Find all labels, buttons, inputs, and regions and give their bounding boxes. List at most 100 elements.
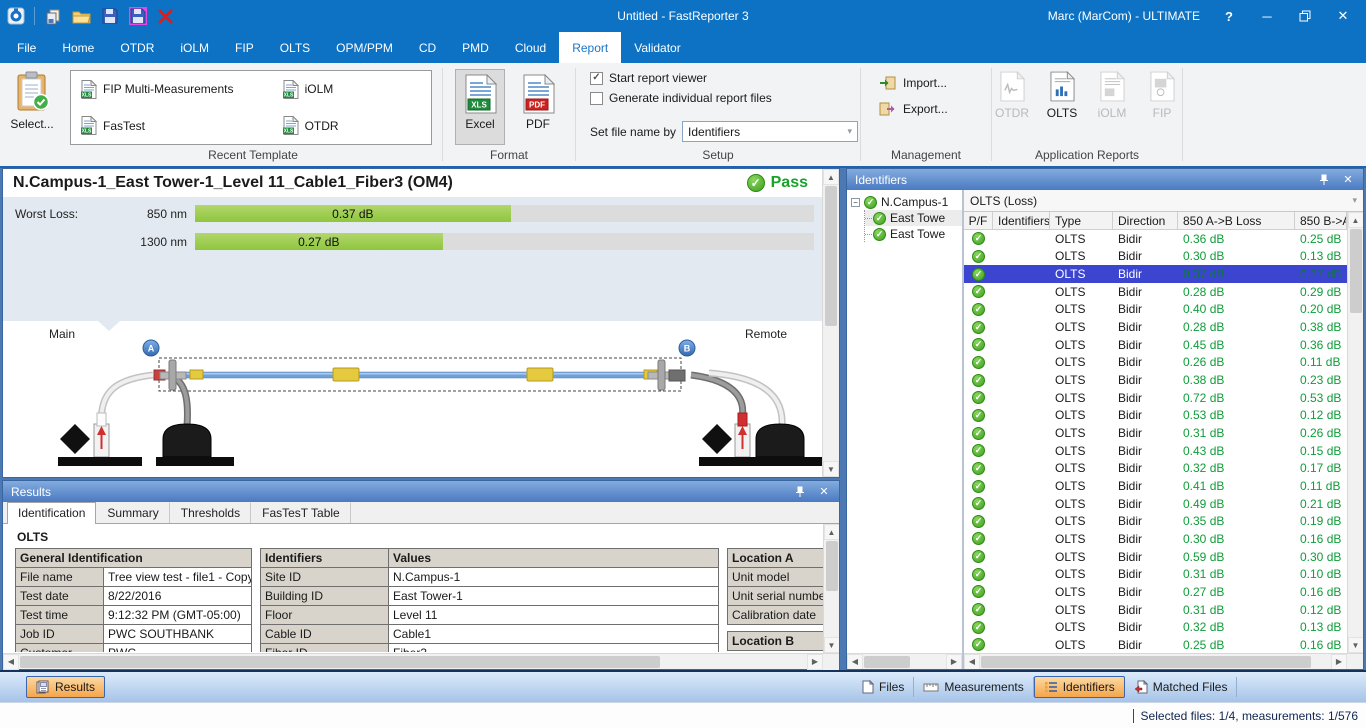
scrollbar-thumb[interactable] <box>981 656 1311 668</box>
olts-measurement-row[interactable]: ✓OLTSBidir0.30 dB0.16 dB <box>964 530 1347 548</box>
olts-measurement-row[interactable]: ✓OLTSBidir0.28 dB0.38 dB <box>964 318 1347 336</box>
summary-vertical-scrollbar[interactable]: ▲ ▼ <box>822 169 839 477</box>
olts-measurement-row[interactable]: ✓OLTSBidir0.45 dB0.36 dB <box>964 336 1347 354</box>
scroll-up-icon[interactable]: ▲ <box>824 524 840 540</box>
tab-file[interactable]: File <box>4 32 49 63</box>
file-name-dropdown[interactable]: Identifiers ▾ <box>682 121 858 142</box>
tab-thresholds[interactable]: Thresholds <box>170 502 251 523</box>
close-panel-icon[interactable]: ✕ <box>1341 173 1355 187</box>
olts-measurement-row[interactable]: ✓OLTSBidir0.43 dB0.15 dB <box>964 442 1347 460</box>
olts-measurement-row[interactable]: ✓OLTSBidir0.30 dB0.13 dB <box>964 248 1347 266</box>
measurement-type-dropdown[interactable]: OLTS (Loss) ▾ <box>964 190 1363 212</box>
olts-measurement-row[interactable]: ✓OLTSBidir0.28 dB0.29 dB <box>964 283 1347 301</box>
olts-measurement-row[interactable]: ✓OLTSBidir0.31 dB0.12 dB <box>964 601 1347 619</box>
minimize-button[interactable]: ─ <box>1258 7 1276 25</box>
olts-measurement-row[interactable]: ✓OLTSBidir0.53 dB0.12 dB <box>964 407 1347 425</box>
collapse-icon[interactable]: − <box>851 198 860 207</box>
tab-olts[interactable]: OLTS <box>267 32 323 63</box>
save-all-icon[interactable] <box>128 7 147 26</box>
column-850-ba-loss[interactable]: 850 B->A L <box>1295 212 1347 229</box>
select-template-button[interactable]: Select... <box>0 63 64 166</box>
scrollbar-thumb[interactable] <box>1350 229 1362 313</box>
tab-identification[interactable]: Identification <box>7 502 96 524</box>
olts-measurement-row[interactable]: ✓OLTSBidir0.26 dB0.11 dB <box>964 354 1347 372</box>
tab-fip[interactable]: FIP <box>222 32 267 63</box>
olts-measurement-row[interactable]: ✓OLTSBidir0.25 dB0.16 dB <box>964 636 1347 653</box>
tab-cd[interactable]: CD <box>406 32 449 63</box>
olts-measurement-row[interactable]: ✓OLTSBidir0.31 dB0.26 dB <box>964 424 1347 442</box>
scroll-down-icon[interactable]: ▼ <box>824 637 840 653</box>
scroll-down-icon[interactable]: ▼ <box>823 461 839 477</box>
column-pf[interactable]: P/F <box>964 212 993 229</box>
scroll-left-icon[interactable]: ◀ <box>3 654 19 670</box>
scrollbar-thumb[interactable] <box>864 656 910 668</box>
tab-summary[interactable]: Summary <box>96 502 169 523</box>
help-button[interactable]: ? <box>1220 7 1238 25</box>
results-horizontal-scrollbar[interactable]: ◀ ▶ <box>3 653 839 669</box>
scroll-down-icon[interactable]: ▼ <box>1348 637 1364 653</box>
olts-measurement-row[interactable]: ✓OLTSBidir0.32 dB0.17 dB <box>964 460 1347 478</box>
tab-fastest-table[interactable]: FasTesT Table <box>251 502 351 523</box>
scroll-right-icon[interactable]: ▶ <box>946 654 962 670</box>
tab-cloud[interactable]: Cloud <box>502 32 559 63</box>
scroll-up-icon[interactable]: ▲ <box>823 169 839 185</box>
tab-home[interactable]: Home <box>49 32 107 63</box>
tab-measurements[interactable]: Measurements <box>914 677 1033 697</box>
olts-measurement-row[interactable]: ✓OLTSBidir0.31 dB0.10 dB <box>964 565 1347 583</box>
column-direction[interactable]: Direction <box>1113 212 1178 229</box>
scrollbar-thumb[interactable] <box>825 186 837 326</box>
olts-measurement-row[interactable]: ✓OLTSBidir0.37 dB0.27 dB <box>964 265 1347 283</box>
olts-measurement-row[interactable]: ✓OLTSBidir0.41 dB0.11 dB <box>964 477 1347 495</box>
olts-measurement-row[interactable]: ✓OLTSBidir0.40 dB0.20 dB <box>964 301 1347 319</box>
tree-child-item[interactable]: ✓ East Towe <box>865 210 962 226</box>
open-folder-icon[interactable] <box>72 7 91 26</box>
tab-iolm[interactable]: iOLM <box>167 32 222 63</box>
generate-individual-checkbox[interactable]: Generate individual report files <box>590 91 860 105</box>
copy-icon[interactable] <box>44 7 63 26</box>
scroll-left-icon[interactable]: ◀ <box>964 654 980 670</box>
close-panel-icon[interactable]: ✕ <box>817 485 831 499</box>
tab-matched-files[interactable]: Matched Files <box>1125 677 1238 697</box>
restore-button[interactable] <box>1296 7 1314 25</box>
scroll-right-icon[interactable]: ▶ <box>1331 654 1347 670</box>
excel-format-button[interactable]: XLS Excel <box>455 69 505 145</box>
scrollbar-thumb[interactable] <box>20 656 660 668</box>
olts-measurement-row[interactable]: ✓OLTSBidir0.27 dB0.16 dB <box>964 583 1347 601</box>
pin-icon[interactable] <box>1317 173 1331 187</box>
pdf-format-button[interactable]: PDF PDF <box>513 69 563 145</box>
template-item[interactable]: XLSOTDR <box>273 108 431 145</box>
tree-child-item[interactable]: ✓ East Towe <box>865 226 962 242</box>
tree-horizontal-scrollbar[interactable]: ◀ ▶ <box>847 653 962 669</box>
olts-measurement-row[interactable]: ✓OLTSBidir0.72 dB0.53 dB <box>964 389 1347 407</box>
pin-icon[interactable] <box>793 485 807 499</box>
scroll-up-icon[interactable]: ▲ <box>1348 212 1364 228</box>
olts-measurement-row[interactable]: ✓OLTSBidir0.59 dB0.30 dB <box>964 548 1347 566</box>
list-vertical-scrollbar[interactable]: ▲ ▼ <box>1347 212 1363 653</box>
olts-measurement-row[interactable]: ✓OLTSBidir0.38 dB0.23 dB <box>964 371 1347 389</box>
column-850-ab-loss[interactable]: 850 A->B Loss <box>1178 212 1295 229</box>
column-identifiers[interactable]: Identifiers <box>993 212 1050 229</box>
olts-measurement-row[interactable]: ✓OLTSBidir0.49 dB0.21 dB <box>964 495 1347 513</box>
tab-identifiers[interactable]: Identifiers <box>1034 676 1125 698</box>
tree-root-item[interactable]: − ✓ N.Campus-1 <box>851 194 962 210</box>
list-horizontal-scrollbar[interactable]: ◀ ▶ <box>964 653 1363 669</box>
olts-measurement-row[interactable]: ✓OLTSBidir0.32 dB0.13 dB <box>964 618 1347 636</box>
tab-opm-ppm[interactable]: OPM/PPM <box>323 32 406 63</box>
import-button[interactable]: Import... <box>879 75 991 91</box>
olts-measurement-row[interactable]: ✓OLTSBidir0.35 dB0.19 dB <box>964 513 1347 531</box>
tab-report[interactable]: Report <box>559 32 621 63</box>
column-type[interactable]: Type <box>1050 212 1113 229</box>
tab-pmd[interactable]: PMD <box>449 32 502 63</box>
save-icon[interactable] <box>100 7 119 26</box>
template-item[interactable]: XLSFasTest <box>71 108 273 145</box>
template-item[interactable]: XLSFIP Multi-Measurements <box>71 71 273 108</box>
template-item[interactable]: XLSiOLM <box>273 71 431 108</box>
export-button[interactable]: Export... <box>879 101 991 117</box>
tab-validator[interactable]: Validator <box>621 32 693 63</box>
results-bottom-tab[interactable]: Results <box>26 676 105 698</box>
application-report-olts[interactable]: OLTS <box>1042 71 1082 145</box>
olts-measurement-row[interactable]: ✓OLTSBidir0.36 dB0.25 dB <box>964 230 1347 248</box>
app-icon[interactable] <box>6 7 25 26</box>
scroll-left-icon[interactable]: ◀ <box>847 654 863 670</box>
results-vertical-scrollbar[interactable]: ▲ ▼ <box>823 524 839 653</box>
